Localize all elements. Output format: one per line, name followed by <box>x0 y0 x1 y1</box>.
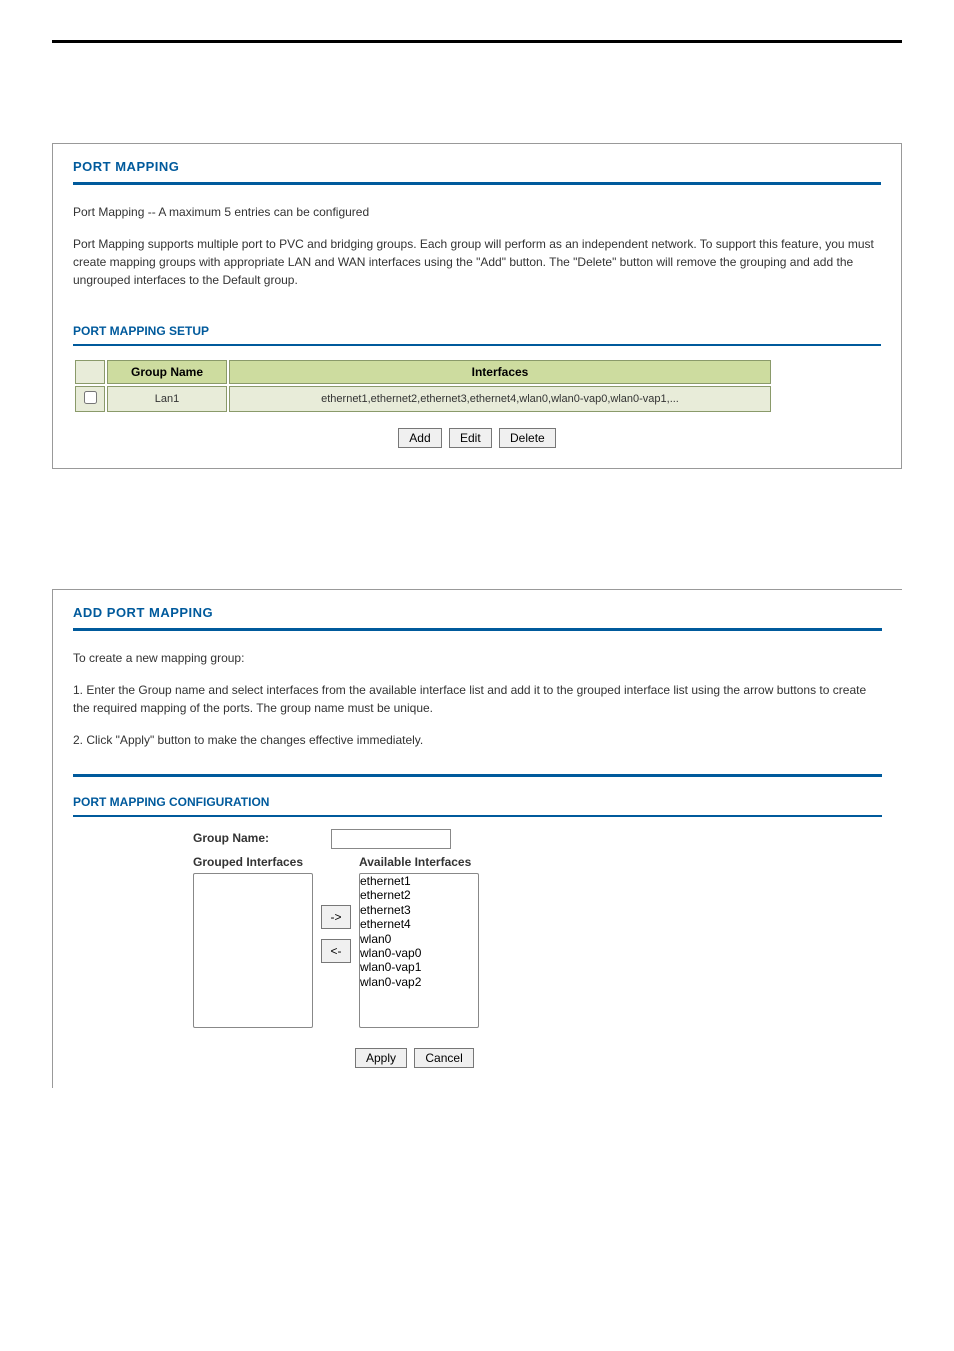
port-mapping-panel: PORT MAPPING Port Mapping -- A maximum 5… <box>52 143 902 469</box>
row-select-checkbox[interactable] <box>84 391 97 404</box>
divider <box>73 628 882 631</box>
add-mapping-intro: To create a new mapping group: <box>73 649 882 667</box>
list-item[interactable]: wlan0-vap1 <box>360 960 478 974</box>
grouped-interfaces-label: Grouped Interfaces <box>193 855 313 869</box>
add-mapping-step2: 2. Click "Apply" button to make the chan… <box>73 731 882 749</box>
row-interfaces: ethernet1,ethernet2,ethernet3,ethernet4,… <box>229 386 771 412</box>
move-left-button[interactable]: <- <box>321 939 351 963</box>
list-item[interactable]: ethernet2 <box>360 888 478 902</box>
port-mapping-desc: Port Mapping supports multiple port to P… <box>73 235 881 289</box>
row-select-cell <box>75 386 105 412</box>
list-item[interactable]: wlan0-vap2 <box>360 975 478 989</box>
list-item[interactable]: ethernet3 <box>360 903 478 917</box>
port-mapping-title: PORT MAPPING <box>73 159 881 182</box>
add-port-mapping-title: ADD PORT MAPPING <box>73 605 882 628</box>
table-header-select <box>75 360 105 384</box>
port-mapping-intro: Port Mapping -- A maximum 5 entries can … <box>73 203 881 221</box>
port-mapping-config-title: PORT MAPPING CONFIGURATION <box>73 795 882 809</box>
group-name-label: Group Name: <box>193 831 328 845</box>
available-interfaces-list[interactable]: ethernet1ethernet2ethernet3ethernet4wlan… <box>359 873 479 1028</box>
divider <box>73 774 882 777</box>
table-row: Lan1ethernet1,ethernet2,ethernet3,ethern… <box>75 386 771 412</box>
add-port-mapping-panel: ADD PORT MAPPING To create a new mapping… <box>52 589 902 1088</box>
add-mapping-step1: 1. Enter the Group name and select inter… <box>73 681 882 717</box>
edit-button[interactable]: Edit <box>449 428 492 448</box>
divider <box>73 182 881 185</box>
list-item[interactable]: wlan0-vap0 <box>360 946 478 960</box>
cancel-button[interactable]: Cancel <box>414 1048 473 1068</box>
table-header-interfaces: Interfaces <box>229 360 771 384</box>
divider <box>73 815 882 817</box>
add-button[interactable]: Add <box>398 428 441 448</box>
move-right-button[interactable]: -> <box>321 905 351 929</box>
list-item[interactable]: ethernet1 <box>360 874 478 888</box>
port-mapping-table: Group Name Interfaces Lan1ethernet1,ethe… <box>73 358 773 414</box>
row-group-name: Lan1 <box>107 386 227 412</box>
list-item[interactable]: ethernet4 <box>360 917 478 931</box>
delete-button[interactable]: Delete <box>499 428 556 448</box>
grouped-interfaces-list[interactable] <box>193 873 313 1028</box>
list-item[interactable]: wlan0 <box>360 932 478 946</box>
port-mapping-setup-title: PORT MAPPING SETUP <box>73 324 881 338</box>
apply-button[interactable]: Apply <box>355 1048 407 1068</box>
group-name-input[interactable] <box>331 829 451 849</box>
available-interfaces-label: Available Interfaces <box>359 855 479 869</box>
table-header-group: Group Name <box>107 360 227 384</box>
divider <box>73 344 881 346</box>
page-top-rule <box>52 40 902 43</box>
